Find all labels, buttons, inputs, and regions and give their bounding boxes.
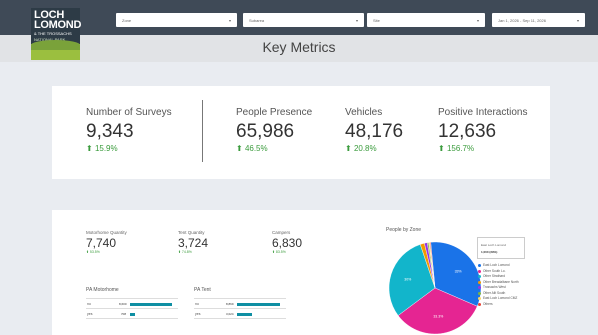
pie-slice-label: 30% <box>404 278 411 282</box>
legend-dot-icon <box>478 264 481 268</box>
metric-vehicles: Vehicles 48,176 ⬆ 20.8% <box>345 107 403 153</box>
tooltip-zone: East Loch Lomond <box>481 243 507 247</box>
legend-label: Other South Lo. <box>483 268 506 273</box>
pie-legend: East Loch Lomond Other South Lo. Other Str… <box>478 263 519 307</box>
tent-no-bar <box>237 303 280 306</box>
legend-dot-icon <box>478 275 481 279</box>
zone-filter-label: Zone <box>122 17 132 23</box>
chevron-down-icon: ▾ <box>228 17 231 23</box>
table-divider <box>194 308 286 309</box>
logo-hills-graphic <box>31 40 80 60</box>
metric-campers: Campers 6,830 ⬆ 83.5% <box>272 230 302 254</box>
site-filter-label: Site <box>373 17 380 23</box>
metric-change: ⬆ 53.5% <box>86 250 100 254</box>
table-row-label: no <box>87 302 91 306</box>
table-row-label: no <box>195 302 199 306</box>
metric-change: ⬆ 83.5% <box>272 250 286 254</box>
metric-value: 3,724 <box>178 236 209 250</box>
metric-change: ⬆ 20.8% <box>345 144 377 153</box>
legend-label: Others <box>483 301 493 306</box>
metric-change: ⬆ 156.7% <box>438 144 475 153</box>
metric-label: Campers <box>272 230 291 235</box>
legend-label: Other Allt South <box>483 290 506 295</box>
date-range-filter[interactable]: Jan 1, 2026 - Sep 11, 2026 ▾ <box>492 13 585 27</box>
up-arrow-icon: ⬆ <box>236 144 243 153</box>
up-arrow-icon: ⬆ <box>345 144 352 153</box>
subarea-filter[interactable]: Subarea ▾ <box>243 13 364 27</box>
legend-dot-icon <box>478 280 481 284</box>
up-arrow-icon: ⬆ <box>178 250 181 254</box>
legend-label: Other Breadalbane North <box>483 279 519 284</box>
park-logo[interactable]: LOCH LOMOND & THE TROSSACHS NATIONAL PAR… <box>31 8 82 60</box>
metric-label: Vehicles <box>345 107 383 118</box>
metric-tent-quantity: Tent Quantity 3,724 ⬆ 74.8% <box>178 230 208 254</box>
metric-label: Motorhome Quantity <box>86 230 127 235</box>
metric-value: 7,740 <box>86 236 117 250</box>
legend-label: East Loch Lomond <box>483 263 510 267</box>
up-arrow-icon: ⬆ <box>438 144 445 153</box>
bar-value: 3,024 <box>226 312 234 316</box>
bar-value: 708 <box>121 312 127 316</box>
legend-dot-icon <box>478 297 481 301</box>
metric-value: 9,343 <box>86 121 134 142</box>
up-arrow-icon: ⬆ <box>86 144 93 153</box>
chevron-down-icon: ▾ <box>355 17 358 23</box>
chevron-down-icon: ▾ <box>576 17 579 23</box>
table-divider <box>86 318 178 319</box>
pie-title: People by Zone <box>386 227 422 233</box>
legend-dot-icon <box>478 286 481 290</box>
up-arrow-icon: ⬆ <box>272 250 275 254</box>
people-by-zone-pie[interactable]: 33% 33.3% 30% <box>385 238 485 335</box>
metric-value: 12,636 <box>438 121 497 142</box>
metric-surveys: Number of Surveys 9,343 ⬆ 15.9% <box>86 107 172 153</box>
metric-label: Tent Quantity <box>178 230 205 235</box>
legend-item[interactable]: Others <box>478 302 519 308</box>
logo-subtitle: & THE TROSSACHS <box>34 31 72 36</box>
table-divider <box>86 308 178 309</box>
metric-change: ⬆ 46.5% <box>236 144 268 153</box>
subarea-filter-label: Subarea <box>249 17 265 23</box>
metric-motorhome-quantity: Motorhome Quantity 7,740 ⬆ 53.5% <box>86 230 127 254</box>
metric-positive-interactions: Positive Interactions 12,636 ⬆ 156.7% <box>438 107 528 153</box>
pa-tent-title: PA Tent <box>194 287 211 293</box>
page-title: Key Metrics <box>262 39 336 55</box>
table-divider <box>86 298 178 299</box>
table-row-label: yes <box>87 312 93 316</box>
pie-tooltip: East Loch Lomond 1,000 (29%) <box>477 237 525 259</box>
pie-slice-label: 33% <box>455 269 462 273</box>
bar-value: 8,869 <box>226 302 234 306</box>
tooltip-value: 1,000 (29%) <box>481 250 498 254</box>
pa-motorhome-title: PA Motorhome <box>86 287 119 293</box>
metric-value: 65,986 <box>236 121 295 142</box>
metric-label: Number of Surveys <box>86 107 172 118</box>
metric-value: 6,830 <box>272 236 303 250</box>
logo-title: LOCH LOMOND <box>34 9 82 31</box>
legend-dot-icon <box>478 269 481 273</box>
metric-label: People Presence <box>236 107 313 118</box>
metric-label: Positive Interactions <box>438 107 528 118</box>
legend-dot-icon <box>478 291 481 295</box>
metric-people-presence: People Presence 65,986 ⬆ 46.5% <box>236 107 312 153</box>
legend-label: Other Strathard <box>483 274 505 278</box>
legend-label: East Loch Lomond CMZ <box>483 296 518 300</box>
metric-change: ⬆ 74.8% <box>178 250 192 254</box>
chevron-down-icon: ▾ <box>476 17 479 23</box>
table-divider <box>194 298 286 299</box>
table-row-label: yes <box>195 312 201 316</box>
metric-value: 48,176 <box>345 121 404 142</box>
metrics-divider <box>202 100 203 162</box>
bar-value: 8,600 <box>119 302 127 306</box>
motorhome-no-bar <box>130 303 172 306</box>
tent-yes-bar <box>237 313 252 316</box>
legend-dot-icon <box>478 302 481 306</box>
zone-filter[interactable]: Zone ▾ <box>116 13 237 27</box>
up-arrow-icon: ⬆ <box>86 250 89 254</box>
table-divider <box>194 318 286 319</box>
date-range-label: Jan 1, 2026 - Sep 11, 2026 <box>498 17 546 23</box>
motorhome-yes-bar <box>130 313 135 316</box>
site-filter[interactable]: Site ▾ <box>367 13 485 27</box>
pie-slice-label: 33.3% <box>433 315 443 319</box>
legend-label: Trossachs West <box>483 285 506 289</box>
metric-change: ⬆ 15.9% <box>86 144 118 153</box>
